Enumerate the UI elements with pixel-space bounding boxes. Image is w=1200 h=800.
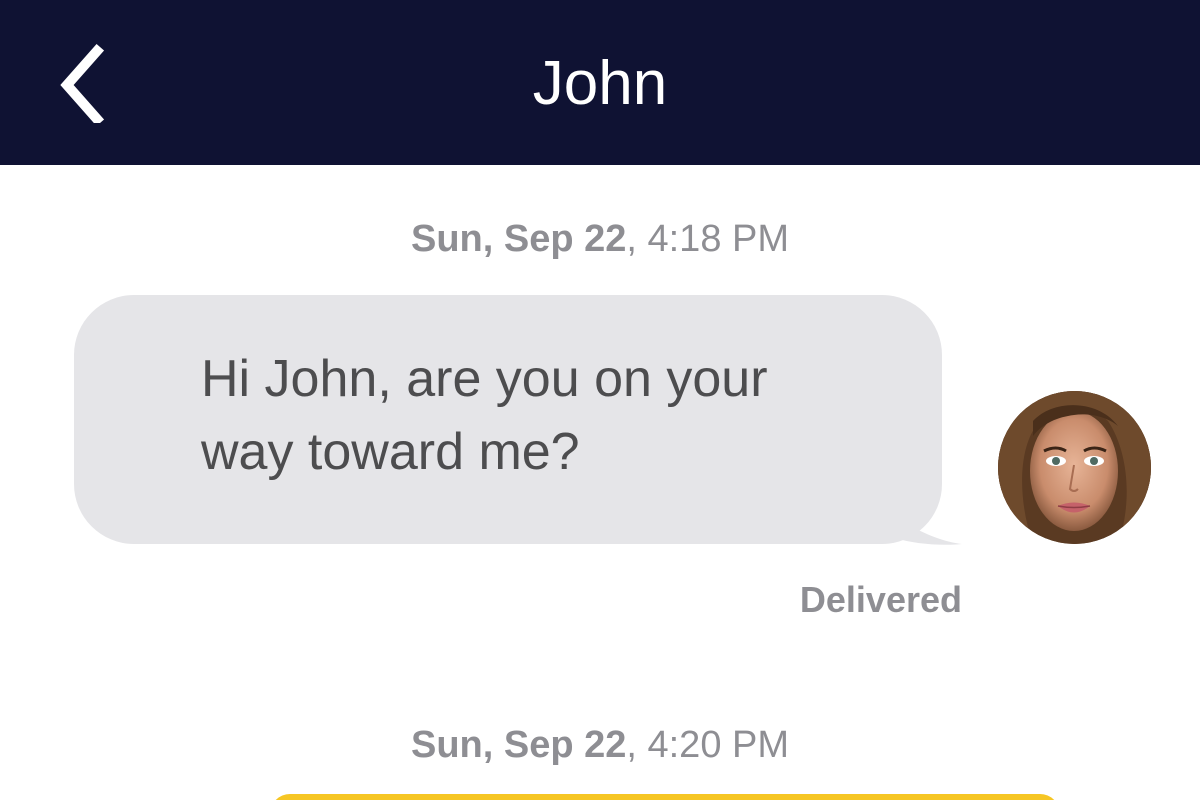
message-timestamp: Sun, Sep 22, 4:20 PM: [0, 723, 1200, 767]
timestamp-date: Sun, Sep 22: [410, 724, 627, 766]
message-bubble[interactable]: Hi John, are you on your way toward me?: [74, 295, 942, 544]
message-bubble-partial[interactable]: [270, 794, 1060, 800]
chat-screen: John Sun, Sep 22, 4:18 PM Hi John, are y…: [0, 0, 1200, 800]
message-text: Hi John, are you on your way toward me?: [201, 350, 768, 481]
avatar-portrait: [998, 391, 1151, 544]
message-timestamp: Sun, Sep 22, 4:18 PM: [0, 217, 1200, 261]
timestamp-date: Sun, Sep 22: [410, 218, 627, 260]
timestamp-time: , 4:20 PM: [626, 724, 790, 766]
delivery-status: Delivered: [799, 579, 962, 620]
contact-name-title: John: [532, 49, 668, 118]
timestamp-time: , 4:18 PM: [626, 218, 790, 260]
sender-avatar[interactable]: [998, 391, 1151, 544]
nav-bar: John: [0, 0, 1200, 165]
